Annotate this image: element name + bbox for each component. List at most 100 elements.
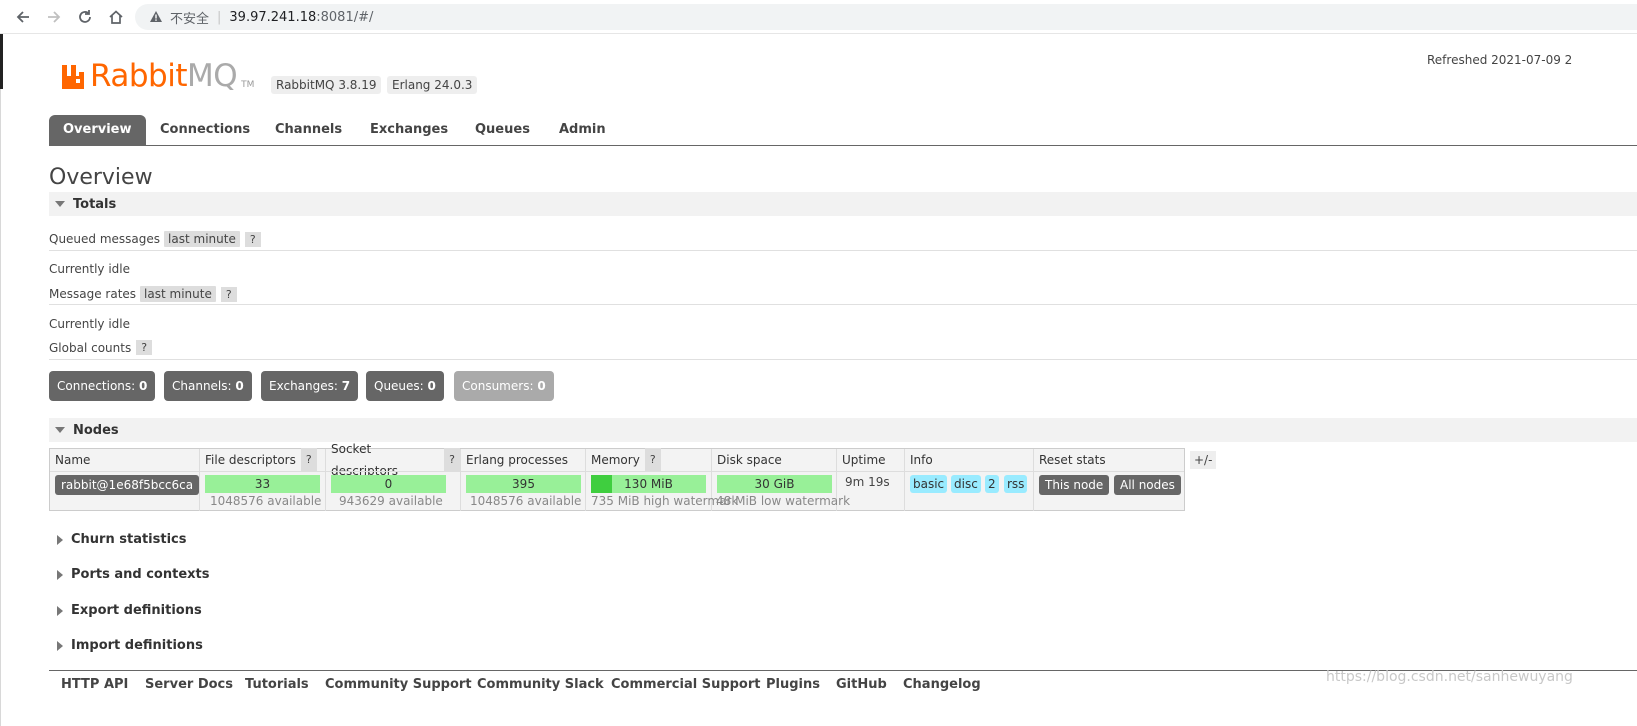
refreshed-timestamp[interactable]: Refreshed 2021-07-09 2 [1427,53,1572,67]
cell-socket-descriptors: 0 943629 available [326,471,461,511]
back-icon[interactable] [12,6,34,28]
info-tag-count: 2 [985,475,999,493]
global-counts-label: Global counts [49,340,132,355]
queued-messages-row: Queued messages last minute ? [49,231,261,247]
count-label: Connections: [57,379,136,393]
help-button[interactable]: ? [244,231,261,247]
count-label: Channels: [172,379,232,393]
reset-this-node-button[interactable]: This node [1039,475,1110,495]
footer-link-community-support[interactable]: Community Support [325,677,472,692]
ports-contexts-section[interactable]: Ports and contexts [55,567,209,582]
insecure-label: 不安全 [170,11,210,27]
erlang-version: Erlang 24.0.3 [387,76,478,94]
tab-overview[interactable]: Overview [49,115,146,146]
url-path: :8081/#/ [316,9,374,25]
import-definitions-section[interactable]: Import definitions [55,638,203,653]
erlang-processes-bar: 395 [466,475,581,493]
page-title: Overview [49,165,153,190]
header-label: Name [55,453,91,467]
queued-messages-label: Queued messages [49,232,161,246]
node-name-link[interactable]: rabbit@1e68f5bcc6ca [55,475,200,495]
footer-link-tutorials[interactable]: Tutorials [245,677,309,692]
socket-available: 943629 available [339,494,443,508]
collapsed-icon [57,534,63,545]
help-button[interactable]: ? [220,286,237,302]
rabbitmq-version: RabbitMQ 3.8.19 [271,76,382,94]
page-edge [0,34,3,89]
count-label: Exchanges: [269,379,338,393]
consumers-count-button[interactable]: Consumers: 0 [454,371,554,401]
queued-idle-text: Currently idle [49,262,130,276]
divider [49,359,1637,360]
tab-admin[interactable]: Admin [545,115,620,145]
bar-value: 130 MiB [624,477,673,491]
memory-watermark: 735 MiB high watermark [591,494,739,508]
exchanges-count-button[interactable]: Exchanges: 7 [261,371,359,401]
rates-range-button[interactable]: last minute [140,286,216,302]
file-descriptors-bar: 33 [205,475,320,493]
info-tag-rss: rss [1004,475,1028,493]
export-definitions-section[interactable]: Export definitions [55,603,202,618]
footer-link-commercial-support[interactable]: Commercial Support [611,677,761,692]
tab-connections[interactable]: Connections [146,115,264,145]
help-button[interactable]: ? [444,448,460,472]
logo-mq-text: MQ [186,58,238,94]
nodes-title: Nodes [73,422,119,438]
watermark-text: https://blog.csdn.net/sanhewuyang [1326,669,1573,685]
connections-count-button[interactable]: Connections: 0 [49,371,156,401]
cell-uptime: 9m 19s [837,471,905,511]
home-icon[interactable] [105,6,127,28]
column-header-info: Info [905,449,1034,471]
channels-count-button[interactable]: Channels: 0 [164,371,252,401]
collapsed-icon [57,605,63,616]
count-value: 0 [139,379,148,393]
reset-all-nodes-button[interactable]: All nodes [1114,475,1181,495]
queued-range-button[interactable]: last minute [164,231,240,247]
help-button[interactable]: ? [136,340,153,355]
section-title: Churn statistics [71,532,187,547]
browser-toolbar: 不安全 | 39.97.241.18 :8081/#/ [0,0,1637,34]
tab-channels[interactable]: Channels [261,115,356,145]
header-label: File descriptors [205,453,296,467]
count-label: Queues: [374,379,424,393]
cell-reset-stats: This node All nodes [1034,471,1184,511]
column-header-socket-descriptors: Socket descriptors? [326,442,461,478]
page-edge-line [0,89,1,726]
logo-rabbit-text: Rabbit [90,58,187,94]
totals-section-header[interactable]: Totals [49,192,1637,216]
global-counts-row: Global counts ? [49,340,153,355]
cell-erlang-processes: 395 1048576 available [461,471,586,511]
footer-link-community-slack[interactable]: Community Slack [477,677,604,692]
help-button[interactable]: ? [644,448,661,472]
footer-link-http-api[interactable]: HTTP API [61,677,128,692]
help-button[interactable]: ? [300,448,317,472]
tab-queues[interactable]: Queues [461,115,544,145]
rabbitmq-logo[interactable]: Rabbit MQ TM [61,58,254,94]
toggle-columns-button[interactable]: +/- [1190,451,1217,469]
header-label: Memory [591,453,640,467]
footer-link-changelog[interactable]: Changelog [903,677,981,692]
tab-exchanges[interactable]: Exchanges [356,115,462,145]
column-header-reset-stats: Reset stats [1034,449,1184,471]
section-title: Ports and contexts [71,567,210,582]
address-bar[interactable]: 不安全 | 39.97.241.18 :8081/#/ [135,4,1637,30]
header-label: Erlang processes [466,453,568,467]
section-title: Export definitions [71,603,202,618]
queues-count-button[interactable]: Queues: 0 [366,371,444,401]
reload-icon[interactable] [74,6,96,28]
rates-idle-text: Currently idle [49,317,130,331]
footer-link-plugins[interactable]: Plugins [766,677,820,692]
collapsed-icon [57,640,63,651]
forward-icon[interactable] [43,6,65,28]
main-tabs: Overview Connections Channels Exchanges … [49,115,1637,146]
totals-title: Totals [73,196,117,212]
erlang-available: 1048576 available [470,494,582,508]
cell-file-descriptors: 33 1048576 available [200,471,326,511]
count-label: Consumers: [462,379,534,393]
footer-link-server-docs[interactable]: Server Docs [145,677,233,692]
socket-descriptors-bar: 0 [331,475,446,493]
divider [49,304,1637,305]
churn-statistics-section[interactable]: Churn statistics [55,532,187,547]
footer-link-github[interactable]: GitHub [836,677,887,692]
nodes-section-header[interactable]: Nodes [49,418,1637,442]
